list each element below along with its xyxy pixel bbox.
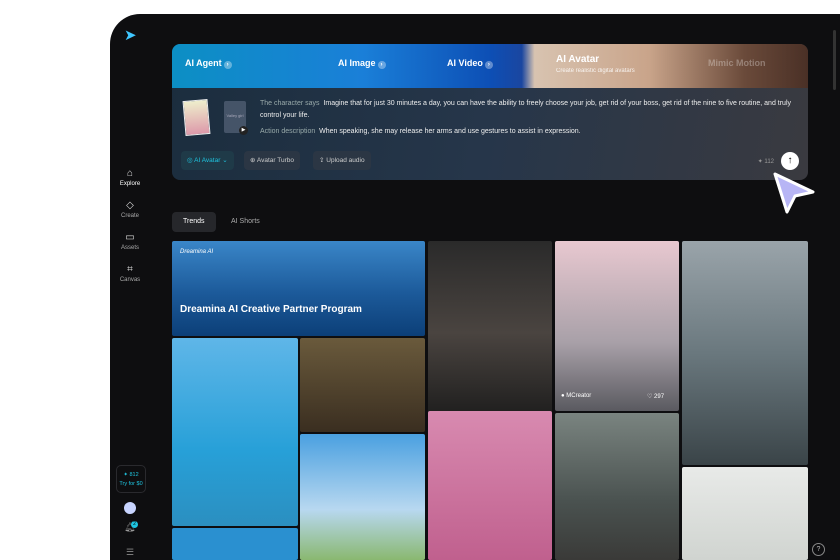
subtitle: Create realistic digital avatars — [556, 68, 635, 74]
voice-label: Valley girl — [226, 113, 244, 118]
promo-tile[interactable]: Dreamina AI Dreamina AI Creative Partner… — [172, 241, 425, 336]
promo-title: Dreamina AI Creative Partner Program — [180, 304, 362, 315]
try-label: Try for $0 — [119, 481, 143, 487]
label: The character says — [260, 100, 320, 107]
scrollbar[interactable] — [833, 30, 836, 90]
try-free-button[interactable]: ✦ 812 Try for $0 — [116, 465, 146, 493]
sidebar-item-canvas[interactable]: ⌗ Canvas — [110, 264, 150, 283]
creator: MCreator — [566, 393, 592, 399]
credit-cost: ✦ 112 — [757, 159, 774, 165]
tab-ai-shorts[interactable]: AI Shorts — [220, 212, 271, 232]
label: Action description — [260, 128, 316, 135]
label: Upload audio — [326, 157, 365, 164]
likes[interactable]: ♡ 297 — [647, 393, 664, 400]
label: AI Agent — [185, 58, 222, 68]
label: AI Image — [338, 58, 376, 68]
send-button[interactable]: ↑ — [781, 152, 799, 170]
feed-tile[interactable] — [300, 434, 425, 560]
logo-icon: ➤ — [124, 27, 137, 44]
chevron-right-icon: › — [377, 61, 386, 69]
tab-ai-image[interactable]: AI Image › — [338, 58, 386, 69]
play-icon[interactable]: ▶ — [239, 126, 248, 135]
feed-tile[interactable] — [172, 338, 298, 526]
promo-brand: Dreamina AI — [180, 249, 214, 255]
avatar-turbo-button[interactable]: ⊕ Avatar Turbo — [244, 151, 301, 170]
tab-ai-agent[interactable]: AI Agent › — [185, 58, 232, 69]
mode-dropdown[interactable]: ◎ AI Avatar ⌄ — [181, 151, 234, 170]
sidebar-item-assets[interactable]: ▭ Assets — [110, 232, 150, 251]
upload-audio-button[interactable]: ⇪ Upload audio — [313, 151, 371, 170]
app-window: ➤ ⌂ Explore ◇ Create ▭ Assets ⌗ Canvas ✦ 812… — [110, 14, 840, 560]
crop-icon: ⌗ — [127, 264, 133, 275]
action-description[interactable]: Action description When speaking, she ma… — [260, 126, 800, 138]
chevron-right-icon: › — [484, 61, 493, 69]
text: Imagine that for just 30 minutes a day, … — [260, 100, 791, 119]
feed-tile[interactable] — [555, 413, 679, 560]
character-says[interactable]: The character says Imagine that for just… — [260, 98, 800, 122]
home-icon: ⌂ — [126, 168, 134, 179]
nav-label: Create — [120, 213, 139, 219]
tab-trends[interactable]: Trends — [172, 212, 216, 232]
sidebar-item-create[interactable]: ◇ Create — [110, 200, 150, 219]
label: Avatar Turbo — [256, 157, 295, 164]
notification-badge: 2 — [131, 521, 138, 528]
like-count: 297 — [654, 394, 665, 400]
feed-tile[interactable]: ● MCreator ♡ 297 — [555, 241, 679, 411]
feed-tile[interactable] — [682, 467, 808, 560]
diamond-icon: ◇ — [126, 200, 134, 211]
label: AI Video — [447, 58, 483, 68]
feed-tile[interactable] — [428, 241, 552, 425]
feed-tile[interactable] — [428, 411, 552, 560]
tab-ai-video[interactable]: AI Video › — [447, 58, 493, 69]
tab-mimic-motion[interactable]: Mimic Motion — [708, 58, 766, 68]
label: AI Avatar — [194, 157, 221, 164]
cursor-arrow-icon — [773, 172, 815, 214]
hero-banner: AI Agent › AI Image › AI Video › AI Avatar … — [172, 44, 808, 180]
chevron-right-icon: › — [223, 61, 232, 69]
feed-tile[interactable] — [682, 241, 808, 465]
feed-tile[interactable] — [172, 528, 298, 560]
credits: ✦ 812 — [123, 472, 139, 478]
label: AI Avatar — [556, 54, 600, 65]
menu-icon[interactable]: ☰ — [126, 547, 134, 558]
sidebar: ➤ ⌂ Explore ◇ Create ▭ Assets ⌗ Canvas ✦ 812… — [110, 14, 150, 560]
sidebar-item-explore[interactable]: ⌂ Explore — [110, 168, 150, 187]
avatar-image[interactable] — [182, 98, 211, 137]
folder-icon: ▭ — [125, 232, 135, 243]
text: When speaking, she may release her arms … — [319, 128, 581, 135]
label: Mimic Motion — [708, 58, 766, 68]
help-icon[interactable]: ? — [812, 543, 825, 556]
nav-label: Explore — [119, 181, 141, 187]
feature-strip: AI Agent › AI Image › AI Video › AI Avatar … — [172, 44, 808, 88]
tab-ai-avatar[interactable]: AI Avatar — [556, 54, 599, 65]
creator-name[interactable]: ● MCreator — [561, 393, 591, 399]
nav-label: Canvas — [119, 277, 141, 283]
avatar[interactable] — [124, 502, 136, 514]
feed-tile[interactable] — [300, 338, 425, 432]
nav-label: Assets — [120, 245, 139, 251]
